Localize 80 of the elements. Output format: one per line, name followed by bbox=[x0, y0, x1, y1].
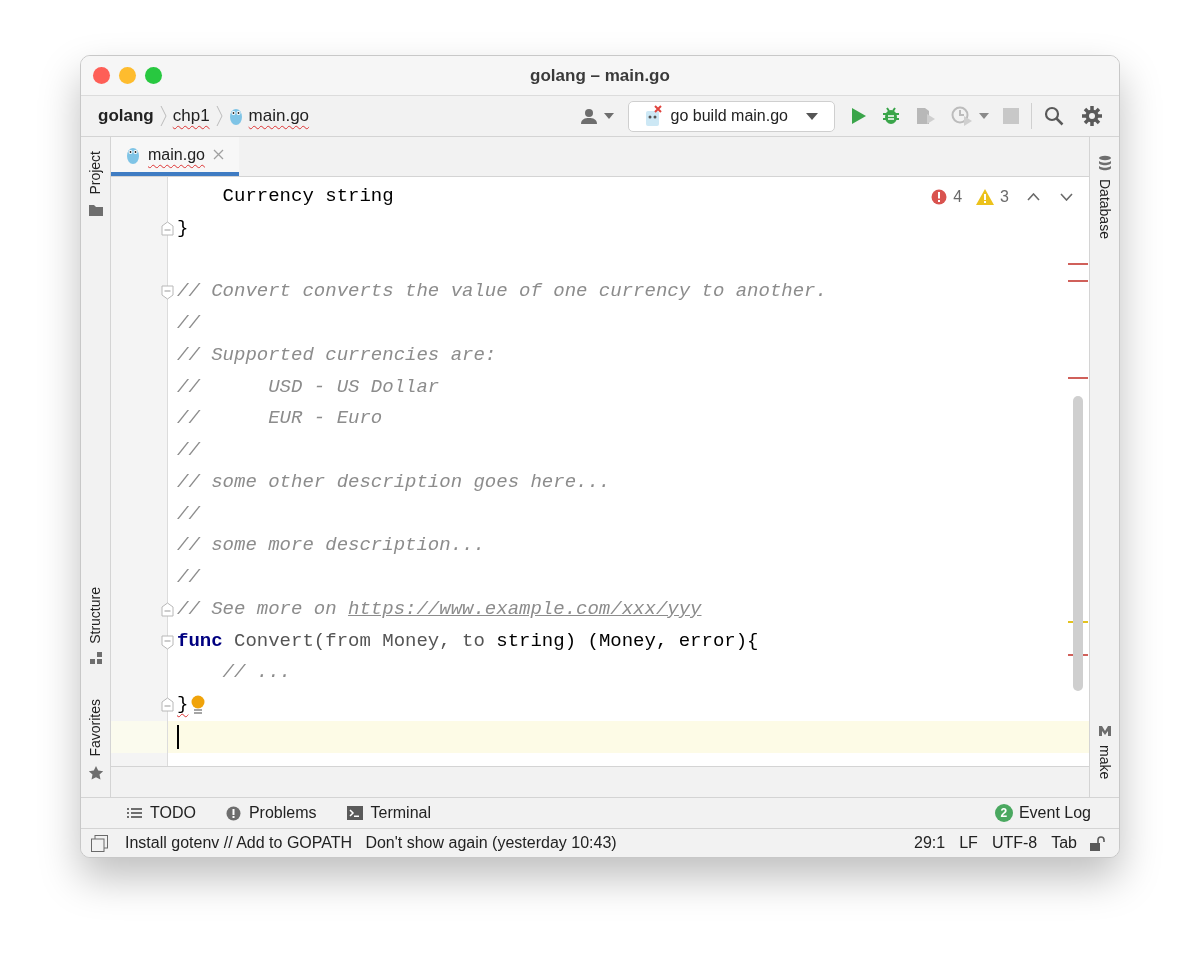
database-icon bbox=[1097, 155, 1112, 171]
scrollbar-thumb[interactable] bbox=[1073, 396, 1083, 691]
gopher-icon bbox=[228, 107, 243, 125]
fold-marker-icon[interactable] bbox=[161, 634, 174, 650]
tool-window-button[interactable]: Structure bbox=[85, 582, 106, 670]
profiler-icon bbox=[951, 106, 973, 126]
structure-icon bbox=[88, 651, 103, 666]
tool-window-button[interactable]: Database bbox=[1094, 151, 1115, 243]
list-icon bbox=[127, 807, 142, 819]
maximize-window-button[interactable] bbox=[145, 67, 162, 84]
star-icon bbox=[87, 765, 104, 781]
code-line: Currency string bbox=[221, 184, 394, 209]
code-line: // bbox=[177, 311, 200, 336]
panel-toggle-icon[interactable] bbox=[91, 834, 108, 852]
tool-window-button[interactable]: Project bbox=[85, 147, 106, 221]
code-line: func Convert(from Money, to string) (Money, error){ bbox=[177, 628, 759, 654]
make-icon bbox=[1097, 724, 1112, 737]
search-icon[interactable] bbox=[1044, 106, 1064, 126]
run-configuration-dropdown[interactable]: go build main.go bbox=[627, 100, 835, 132]
code-line: // ... bbox=[221, 660, 292, 686]
profiler-button[interactable] bbox=[951, 106, 989, 126]
run-icon[interactable] bbox=[851, 107, 867, 125]
fold-marker-icon[interactable] bbox=[161, 697, 174, 712]
indent-setting[interactable]: Tab bbox=[1051, 831, 1077, 855]
status-message: Install gotenv // Add to GOPATH Don't show again (yesterday 10:43) bbox=[125, 833, 617, 853]
code-line: } bbox=[177, 692, 189, 717]
tool-window-button[interactable]: Terminal bbox=[346, 801, 431, 825]
code-line: // Convert converts the value of one currency to another. bbox=[177, 279, 827, 305]
previous-icon[interactable] bbox=[1027, 193, 1040, 201]
error-icon[interactable] bbox=[931, 189, 948, 205]
caret-icon bbox=[603, 113, 614, 119]
editor-tab[interactable]: main.go bbox=[111, 137, 239, 176]
minimize-window-button[interactable] bbox=[119, 67, 136, 84]
tool-window-button[interactable]: make bbox=[1094, 720, 1115, 783]
fold-marker-icon[interactable] bbox=[161, 601, 174, 617]
code-line: } bbox=[177, 215, 189, 241]
breadcrumb-item[interactable]: main.go bbox=[228, 103, 310, 129]
window-title: golang – main.go bbox=[530, 64, 670, 87]
close-window-button[interactable] bbox=[93, 67, 110, 84]
code-line: // USD - US Dollar bbox=[177, 374, 440, 400]
caret-icon bbox=[979, 113, 989, 119]
code-line: // EUR - Euro bbox=[177, 406, 383, 432]
fold-marker-icon[interactable] bbox=[161, 285, 174, 301]
go-file-error-icon bbox=[644, 105, 663, 127]
next-icon[interactable] bbox=[1060, 193, 1073, 201]
close-icon[interactable] bbox=[212, 149, 224, 160]
caret-icon bbox=[806, 112, 818, 120]
code-line: // bbox=[177, 501, 200, 527]
code-line: // some other description goes here... bbox=[177, 469, 611, 495]
tool-window-button[interactable]: Favorites bbox=[85, 695, 106, 785]
code-line: // some more description... bbox=[177, 533, 485, 559]
code-line: // bbox=[177, 438, 200, 463]
code-line: // Supported currencies are: bbox=[177, 342, 497, 368]
cursor-position[interactable]: 29:1 bbox=[914, 831, 946, 855]
breadcrumb-separator-icon bbox=[159, 105, 167, 127]
lightbulb-icon[interactable] bbox=[190, 694, 207, 715]
gopher-icon bbox=[126, 145, 140, 164]
line-separator[interactable]: LF bbox=[959, 831, 978, 855]
fold-marker-icon[interactable] bbox=[161, 220, 174, 236]
unlocked-lock-icon[interactable] bbox=[1089, 834, 1105, 852]
notification-count: 2 bbox=[994, 804, 1013, 822]
warning-count: 3 bbox=[1000, 187, 1009, 207]
code-line: // bbox=[177, 565, 200, 590]
breadcrumb-item[interactable]: chp1 bbox=[172, 103, 210, 129]
code-line: // See more on https://www.example.com/xxx/yyy bbox=[177, 596, 702, 622]
event-log-button[interactable]: 2 Event Log bbox=[994, 801, 1091, 825]
warning-icon[interactable] bbox=[976, 189, 995, 205]
settings-icon[interactable] bbox=[1082, 106, 1102, 126]
error-count: 4 bbox=[953, 187, 963, 207]
terminal-icon bbox=[346, 806, 363, 820]
debug-icon[interactable] bbox=[881, 106, 901, 126]
tool-window-button[interactable]: TODO bbox=[127, 801, 196, 825]
problems-icon bbox=[225, 805, 241, 821]
tool-window-button[interactable]: Problems bbox=[225, 801, 317, 825]
breadcrumb-item[interactable]: golang bbox=[98, 103, 154, 129]
folder-icon bbox=[87, 202, 104, 217]
file-encoding[interactable]: UTF-8 bbox=[991, 831, 1038, 855]
breadcrumb-separator-icon bbox=[215, 105, 223, 127]
coverage-icon[interactable] bbox=[915, 106, 937, 126]
user-menu-button[interactable] bbox=[580, 108, 614, 124]
